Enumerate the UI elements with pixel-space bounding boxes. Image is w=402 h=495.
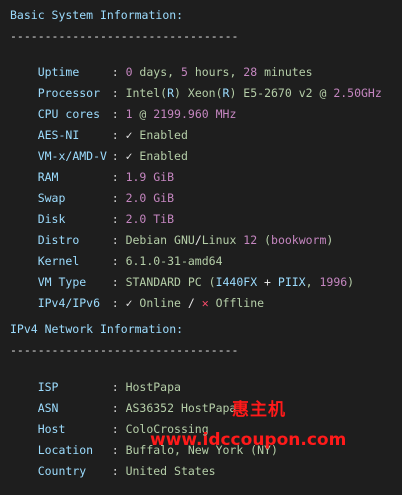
processor-row: Processor: Intel(R) Xeon(R) E5-2670 v2 @… xyxy=(10,69,382,100)
vm-type-part: , xyxy=(305,275,320,289)
ram-row: RAM: 1.9 GiB xyxy=(10,153,174,184)
processor-part: ) E5-2670 v2 @ xyxy=(229,86,334,100)
ipv-slash: / xyxy=(187,296,195,310)
ipv6-status: Offline xyxy=(208,296,265,310)
check-icon: ✓ xyxy=(125,296,133,310)
terminal-output: Basic System Information: --------------… xyxy=(0,0,402,478)
distro-codename: bookworm xyxy=(271,233,327,247)
aes-ni-row: AES-NI: ✓ Enabled xyxy=(10,111,188,142)
country-key: Country xyxy=(37,464,87,478)
kernel-row: Kernel: 6.1.0-31-amd64 xyxy=(10,237,223,268)
vmx-row: VM-x/AMD-V: ✓ Enabled xyxy=(10,132,188,163)
cpu-cores-row: CPU cores: 1 @ 2199.960 MHz xyxy=(10,90,237,121)
distro-row: Distro: Debian GNU/Linux 12 (bookworm) xyxy=(10,216,334,247)
vm-type-year: 1996 xyxy=(319,275,348,289)
vm-type-part: PIIX xyxy=(277,275,306,289)
distro-part: ( xyxy=(257,233,272,247)
network-info-heading: IPv4 Network Information: xyxy=(10,322,184,336)
separator: : xyxy=(111,296,126,310)
vm-type-row: VM Type: STANDARD PC (I440FX + PIIX, 199… xyxy=(10,258,354,289)
swap-row: Swap: 2.0 GiB xyxy=(10,174,174,205)
processor-frequency: 2.50GHz xyxy=(333,86,382,100)
distro-part: ) xyxy=(326,233,334,247)
basic-info-divider: --------------------------------- xyxy=(10,29,239,43)
ipv-row: IPv4/IPv6: ✓ Online / ✕ Offline xyxy=(10,279,264,310)
country-value: United States xyxy=(125,464,216,478)
network-info-divider: --------------------------------- xyxy=(10,343,239,357)
basic-info-heading: Basic System Information: xyxy=(10,8,184,22)
watermark-brand: 惠主机 xyxy=(232,400,286,420)
disk-row: Disk: 2.0 TiB xyxy=(10,195,174,226)
host-row: Host: ColoCrossing xyxy=(10,405,209,436)
vm-type-part: ) xyxy=(347,275,355,289)
distro-version: 12 xyxy=(243,233,258,247)
watermark-url: www.idccoupon.com xyxy=(150,430,347,450)
asn-row: ASN: AS36352 HostPapa xyxy=(10,384,237,415)
ipv-key: IPv4/IPv6 xyxy=(37,296,101,310)
cross-icon: ✕ xyxy=(194,296,209,310)
isp-row: ISP: HostPapa xyxy=(10,363,181,394)
ipv4-status: Online xyxy=(132,296,188,310)
separator: : xyxy=(111,464,126,478)
uptime-row: Uptime: 0 days, 5 hours, 28 minutes xyxy=(10,48,313,79)
